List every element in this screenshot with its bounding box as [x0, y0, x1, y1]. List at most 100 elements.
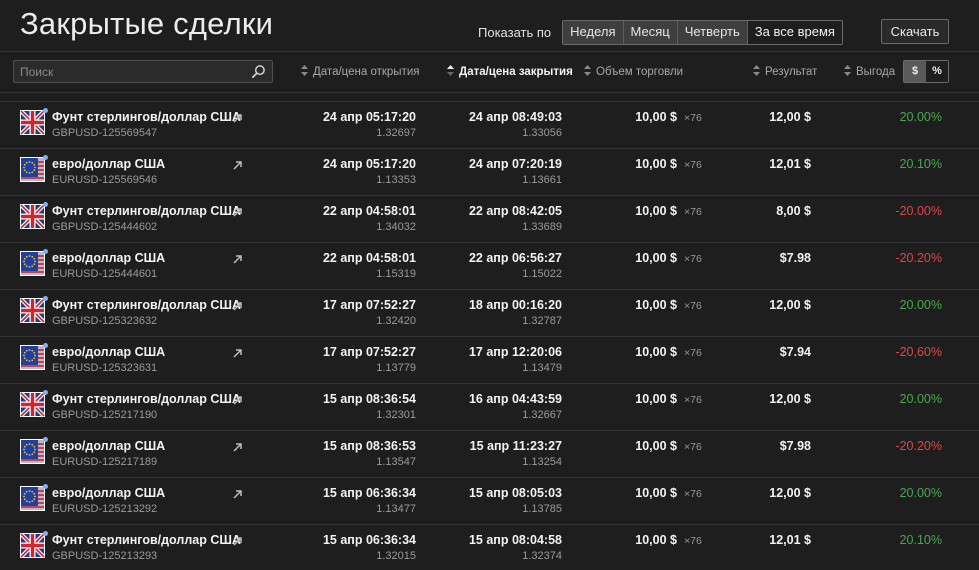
trade-profit: 20.00%	[899, 110, 942, 124]
search-input[interactable]	[14, 61, 244, 82]
close-price: 1.15022	[522, 268, 562, 280]
close-price: 1.32787	[522, 315, 562, 327]
trade-result: 12,00 $	[769, 392, 811, 406]
asset-name: евро/доллар США	[52, 157, 166, 171]
external-link-icon[interactable]	[232, 252, 243, 264]
eu-flag-icon	[20, 157, 45, 182]
trade-volume: 10,00 $	[635, 486, 677, 500]
external-link-icon[interactable]	[232, 393, 243, 405]
trade-row[interactable]: евро/доллар США EURUSD-125323631 17 апр 07…	[0, 336, 979, 383]
column-header-open[interactable]: Дата/цена открытия	[301, 65, 419, 78]
header-divider	[0, 51, 979, 52]
gb-flag-icon	[19, 391, 46, 418]
external-link-icon[interactable]	[232, 205, 243, 217]
status-dot	[43, 155, 48, 160]
trade-row[interactable]: Фунт стерлингов/доллар США GBPUSD-1255695…	[0, 101, 979, 148]
trade-profit: 20.10%	[899, 157, 942, 171]
open-date: 22 апр 04:58:01	[322, 251, 416, 265]
download-button[interactable]: Скачать	[881, 19, 949, 44]
sort-icon	[584, 65, 591, 76]
column-header-profit[interactable]: Выгода	[844, 65, 895, 78]
trade-profit: -20,60%	[895, 345, 942, 359]
period-all-time-button[interactable]: За все время	[747, 21, 842, 44]
trade-row[interactable]: евро/доллар США EURUSD-125217189 15 апр 08…	[0, 430, 979, 477]
eu-flag-icon	[20, 251, 45, 276]
external-link-icon[interactable]	[232, 440, 243, 452]
period-quarter-button[interactable]: Четверть	[677, 21, 748, 44]
asset-name: Фунт стерлингов/доллар США	[52, 204, 241, 218]
unit-dollar-button[interactable]: $	[904, 61, 926, 82]
status-dot	[43, 202, 48, 207]
trade-id: GBPUSD-125323632	[52, 315, 158, 327]
trade-row[interactable]: евро/доллар США EURUSD-125569546 24 апр 05…	[0, 148, 979, 195]
external-link-icon[interactable]	[232, 487, 243, 499]
close-price: 1.33689	[522, 221, 562, 233]
sort-icon	[753, 65, 760, 76]
column-header-result[interactable]: Результат	[753, 65, 817, 78]
multiplier: ×76	[684, 488, 702, 500]
open-date: 24 апр 05:17:20	[322, 110, 416, 124]
sort-icon	[301, 65, 308, 76]
status-dot	[43, 531, 48, 536]
column-header-close[interactable]: Дата/цена закрытия	[447, 65, 573, 78]
trade-result: $7.94	[779, 345, 811, 359]
multiplier: ×76	[684, 206, 702, 218]
close-date: 18 апр 00:16:20	[468, 298, 562, 312]
column-header-profit-label: Выгода	[856, 66, 896, 78]
trade-volume: 10,00 $	[635, 204, 677, 218]
external-link-icon[interactable]	[232, 158, 243, 170]
trade-row[interactable]: Фунт стерлингов/доллар США GBPUSD-1252171…	[0, 383, 979, 430]
open-date: 24 апр 05:17:20	[322, 157, 416, 171]
trade-row[interactable]: евро/доллар США EURUSD-125444601 22 апр 04…	[0, 242, 979, 289]
status-dot	[43, 108, 48, 113]
trade-id: EURUSD-125323631	[52, 362, 158, 374]
close-price: 1.33056	[522, 127, 562, 139]
close-price: 1.32667	[522, 409, 562, 421]
trade-volume: 10,00 $	[635, 345, 677, 359]
unit-percent-button[interactable]: %	[926, 61, 948, 82]
search-box	[13, 60, 273, 83]
multiplier: ×76	[684, 159, 702, 171]
trade-volume: 10,00 $	[635, 533, 677, 547]
period-month-button[interactable]: Месяц	[623, 21, 678, 44]
external-link-icon[interactable]	[232, 346, 243, 358]
page-title: Закрытые сделки	[20, 6, 274, 41]
open-date: 15 апр 06:36:34	[322, 486, 416, 500]
trade-id: GBPUSD-125217190	[52, 409, 158, 421]
close-date: 22 апр 08:42:05	[468, 204, 562, 218]
trade-result: 12,00 $	[769, 486, 811, 500]
open-date: 22 апр 04:58:01	[322, 204, 416, 218]
status-dot	[43, 484, 48, 489]
trade-id: EURUSD-125213292	[52, 503, 158, 515]
asset-name: Фунт стерлингов/доллар США	[52, 533, 241, 547]
search-icon[interactable]	[251, 64, 266, 79]
eu-flag-icon	[20, 439, 45, 464]
open-price: 1.32697	[376, 127, 416, 139]
trade-profit: -20.00%	[895, 204, 942, 218]
external-link-icon[interactable]	[232, 299, 243, 311]
trade-profit: 20.10%	[899, 533, 942, 547]
trade-result: 12,01 $	[769, 157, 811, 171]
period-week-button[interactable]: Неделя	[563, 21, 624, 44]
table-header-divider	[0, 92, 979, 93]
gb-flag-icon	[19, 109, 46, 136]
external-link-icon[interactable]	[232, 534, 243, 546]
trade-volume: 10,00 $	[635, 298, 677, 312]
column-header-volume[interactable]: Объем торговли	[584, 65, 683, 78]
close-price: 1.13479	[522, 362, 562, 374]
open-date: 15 апр 08:36:53	[322, 439, 416, 453]
trade-result: 12,01 $	[769, 533, 811, 547]
eu-flag-icon	[20, 486, 45, 511]
external-link-icon[interactable]	[232, 111, 243, 123]
close-price: 1.13661	[522, 174, 562, 186]
trade-row[interactable]: Фунт стерлингов/доллар США GBPUSD-1252132…	[0, 524, 979, 570]
trade-result: 12,00 $	[769, 110, 811, 124]
open-date: 17 апр 07:52:27	[322, 298, 416, 312]
trade-row[interactable]: Фунт стерлингов/доллар США GBPUSD-1254446…	[0, 195, 979, 242]
trade-id: GBPUSD-125444602	[52, 221, 158, 233]
close-date: 24 апр 08:49:03	[468, 110, 562, 124]
status-dot	[43, 296, 48, 301]
trade-row[interactable]: Фунт стерлингов/доллар США GBPUSD-1253236…	[0, 289, 979, 336]
trade-row[interactable]: евро/доллар США EURUSD-125213292 15 апр 06…	[0, 477, 979, 524]
eu-flag-icon	[20, 345, 45, 370]
